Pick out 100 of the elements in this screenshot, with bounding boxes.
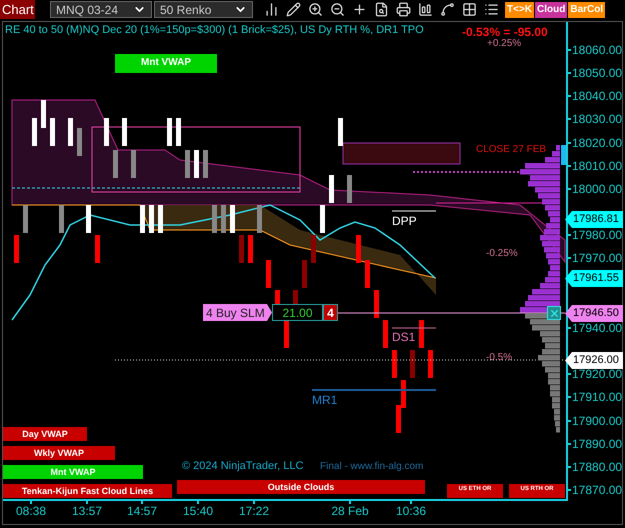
axis-tick bbox=[567, 396, 571, 398]
printer-icon[interactable] bbox=[396, 2, 411, 17]
price-axis-label: 17880.00 bbox=[572, 458, 622, 476]
renko-brick bbox=[50, 118, 55, 146]
axis-tick bbox=[567, 142, 571, 144]
renko-brick bbox=[32, 118, 37, 146]
toolbar-toggle-button[interactable]: Cloud bbox=[535, 2, 568, 18]
renko-brick bbox=[122, 118, 127, 146]
renko-brick bbox=[329, 175, 334, 203]
document-search-icon[interactable] bbox=[374, 2, 389, 17]
time-axis-label: 10:36 bbox=[396, 504, 426, 518]
zoom-out-icon[interactable] bbox=[330, 2, 345, 17]
axis-tick bbox=[86, 500, 88, 504]
price-change: -0.53% = -95.00 bbox=[462, 24, 548, 39]
time-axis-label: 08:38 bbox=[16, 504, 46, 518]
chart-label: +0.25% bbox=[487, 37, 522, 51]
time-axis-label: 14:57 bbox=[126, 504, 158, 518]
axis-tick bbox=[197, 500, 199, 504]
renko-brick bbox=[419, 320, 424, 348]
renko-brick bbox=[392, 350, 397, 378]
indicator-banner: Tenkan-Kijun Fast Cloud Lines bbox=[3, 484, 172, 498]
chart-title: Chart bbox=[0, 0, 35, 19]
crosshair-icon[interactable] bbox=[352, 2, 367, 17]
renko-brick bbox=[149, 205, 154, 233]
order-price[interactable]: 21.00 bbox=[272, 304, 323, 321]
renko-brick bbox=[230, 205, 235, 233]
price-axis-label: 18040.00 bbox=[572, 88, 622, 106]
price-axis-label: 17890.00 bbox=[572, 436, 622, 453]
axis-tick bbox=[567, 118, 571, 120]
renko-brick bbox=[77, 128, 82, 156]
grid-icon[interactable] bbox=[462, 2, 477, 17]
renko-brick bbox=[59, 205, 64, 233]
chart-label: -0.5% bbox=[486, 351, 512, 365]
renko-brick bbox=[212, 205, 217, 233]
renko-brick bbox=[410, 350, 415, 378]
zoom-in-icon[interactable] bbox=[308, 2, 323, 17]
axis-tick bbox=[567, 95, 571, 98]
indicator-banner: Wkly VWAP bbox=[3, 446, 115, 460]
price-axis-label: 18010.00 bbox=[572, 158, 622, 175]
renko-brick bbox=[203, 150, 208, 178]
list-icon[interactable] bbox=[484, 2, 499, 17]
axis-tick bbox=[567, 49, 571, 51]
axis-tick bbox=[253, 500, 255, 504]
chart-label: MR1 bbox=[312, 392, 338, 409]
renko-brick bbox=[86, 205, 91, 233]
renko-brick bbox=[131, 150, 136, 178]
renko-brick bbox=[221, 205, 226, 233]
price-marker: 17946.50 bbox=[565, 305, 623, 322]
renko-brick bbox=[356, 235, 361, 263]
axis-tick bbox=[349, 500, 351, 504]
price-axis-label: 18060.00 bbox=[572, 42, 622, 59]
price-axis-label: 17970.00 bbox=[572, 250, 622, 268]
renko-brick bbox=[257, 205, 262, 233]
indicator-banner: Mnt VWAP bbox=[3, 465, 143, 479]
renko-brick bbox=[68, 118, 73, 146]
price-axis-label: 18000.00 bbox=[572, 180, 622, 198]
chart-title: RE 40 to 50 (M)NQ Dec 20 (1%=150p=$300) (1 Brick=$25), US Dy RTH %, DR1 TPO bbox=[5, 24, 425, 37]
renko-brick bbox=[140, 205, 145, 233]
renko-brick bbox=[311, 235, 316, 263]
axis-tick bbox=[30, 500, 32, 504]
renko-brick bbox=[158, 205, 163, 233]
price-tab bbox=[561, 145, 566, 165]
time-axis-label: 13:57 bbox=[72, 504, 102, 518]
time-axis-label: 17:22 bbox=[238, 504, 270, 518]
pencil-icon[interactable] bbox=[286, 2, 301, 17]
price-axis-label: 18020.00 bbox=[572, 134, 622, 152]
renko-brick bbox=[248, 235, 253, 263]
price-axis-label: 18030.00 bbox=[572, 111, 622, 128]
renko-brick bbox=[365, 260, 370, 288]
axis-tick bbox=[567, 188, 571, 190]
pivot-line bbox=[392, 210, 436, 212]
renko-brick bbox=[41, 100, 46, 128]
renko-brick bbox=[167, 118, 172, 146]
price-axis-label: 18050.00 bbox=[572, 65, 622, 82]
order-action-label[interactable]: 4 Buy SLM bbox=[203, 304, 272, 321]
axis-tick bbox=[567, 489, 571, 492]
bar-type-dropdown[interactable]: 50 Renko bbox=[154, 1, 253, 18]
renko-brick bbox=[338, 118, 343, 146]
instrument-dropdown[interactable]: MNQ 03-24 bbox=[50, 1, 152, 18]
renko-brick bbox=[104, 118, 109, 146]
chart-label: DS1 bbox=[392, 329, 416, 346]
copyright-text: © 2024 NinjaTrader, LLC bbox=[182, 459, 304, 474]
credit-text: Final - www.fin-alg.com bbox=[320, 460, 424, 474]
bars-icon[interactable] bbox=[264, 2, 279, 17]
price-axis-label: 17900.00 bbox=[572, 412, 622, 430]
price-axis-label: 17870.00 bbox=[572, 482, 622, 500]
order-quantity[interactable]: 4 bbox=[323, 304, 338, 321]
price-marker: 17926.00 bbox=[565, 352, 623, 369]
chart-label: -0.25% bbox=[486, 247, 518, 261]
axis-tick bbox=[567, 466, 571, 468]
indicator-banner: Outside Clouds bbox=[177, 480, 425, 494]
price-axis-label: 17920.00 bbox=[572, 366, 622, 384]
line-icon[interactable] bbox=[440, 2, 455, 17]
renko-brick bbox=[302, 260, 307, 288]
renko-brick bbox=[347, 175, 352, 203]
price-axis-label: 17940.00 bbox=[572, 320, 622, 337]
renko-brick bbox=[194, 150, 199, 178]
column-chart-icon[interactable] bbox=[418, 2, 433, 17]
axis-tick bbox=[567, 442, 571, 445]
renko-brick bbox=[284, 320, 289, 348]
